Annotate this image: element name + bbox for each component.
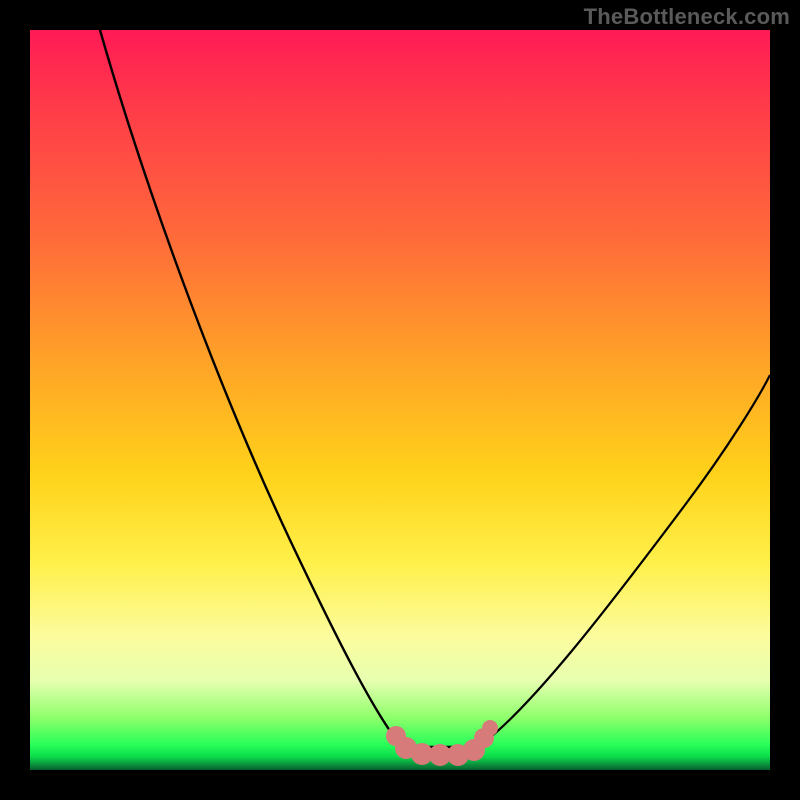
watermark-text: TheBottleneck.com (584, 4, 790, 30)
curve-layer (30, 30, 770, 770)
outer-frame: TheBottleneck.com (0, 0, 800, 800)
valley-marker-blob (386, 720, 498, 766)
curve-left-branch (100, 30, 402, 747)
plot-area (30, 30, 770, 770)
curve-right-branch (478, 375, 770, 747)
